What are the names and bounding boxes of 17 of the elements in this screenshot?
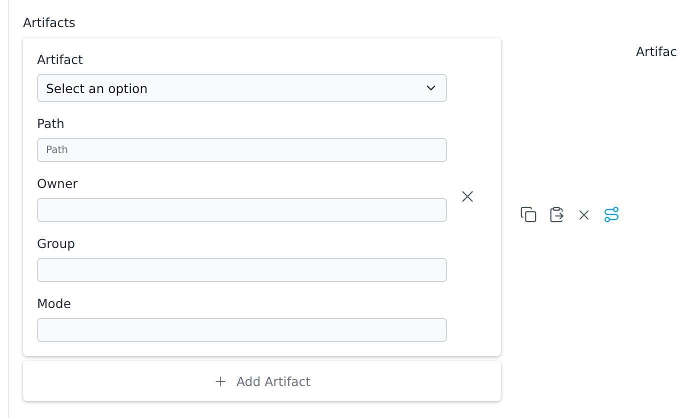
input-field[interactable]: Path — [37, 138, 447, 162]
field-label: Owner — [37, 176, 79, 191]
field-label: Group — [37, 236, 76, 251]
clipboard-icon[interactable] — [548, 206, 565, 223]
field-label: Path — [37, 116, 66, 131]
field-label: Artifact — [37, 52, 84, 67]
select-field[interactable]: Select an option — [37, 74, 447, 102]
input-field[interactable] — [37, 258, 447, 282]
copy-icon[interactable] — [520, 206, 537, 223]
add-artifact-button[interactable]: Add Artifact — [23, 361, 501, 401]
route-icon[interactable] — [603, 206, 620, 223]
section-title: Artifacts — [23, 15, 76, 30]
plus-icon — [213, 374, 228, 388]
input-field[interactable] — [37, 198, 447, 222]
panel-title: Artifac — [636, 44, 678, 59]
field-label: Mode — [37, 296, 72, 311]
input-field[interactable] — [37, 318, 447, 342]
